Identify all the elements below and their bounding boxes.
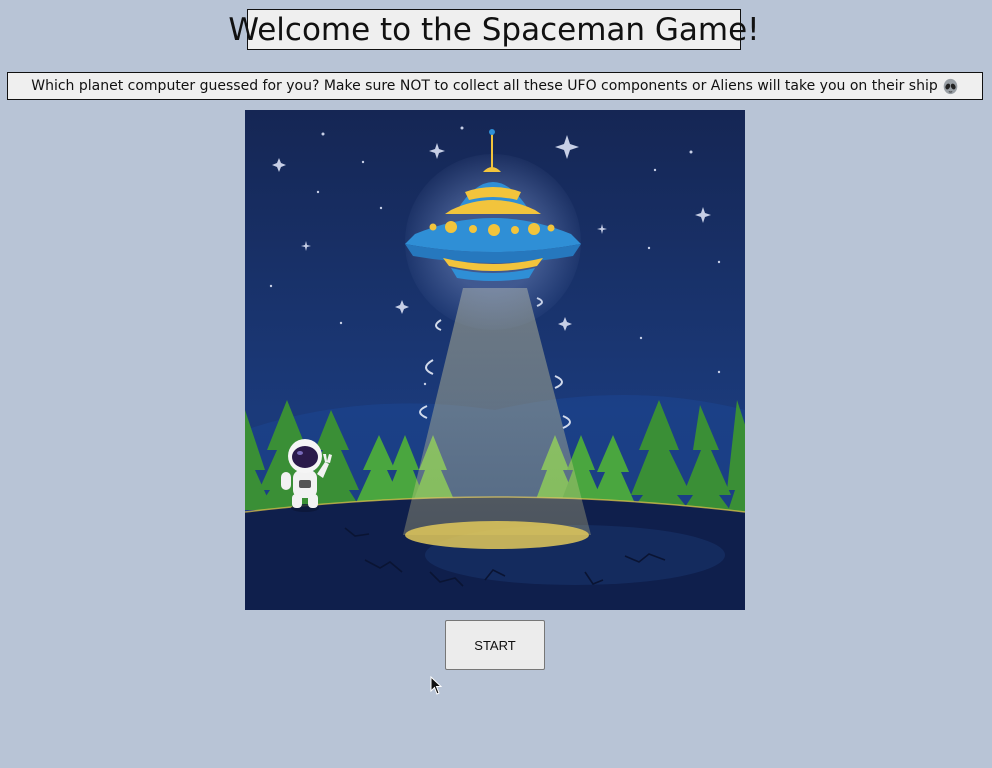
page-title: Welcome to the Spaceman Game!	[228, 9, 760, 50]
alien-icon	[943, 78, 958, 94]
beam-spot	[405, 521, 589, 549]
ufo-scene-illustration	[245, 110, 745, 610]
mouse-pointer-icon	[430, 676, 443, 695]
start-button[interactable]: START	[445, 620, 545, 670]
start-button-label: START	[474, 637, 516, 653]
game-page: Welcome to the Spaceman Game! Which plan…	[0, 0, 992, 768]
instructions-text: Which planet computer guessed for you? M…	[31, 78, 938, 94]
instructions-banner: Which planet computer guessed for you? M…	[7, 72, 983, 100]
page-title-text: Welcome to the Spaceman Game!	[228, 11, 760, 48]
